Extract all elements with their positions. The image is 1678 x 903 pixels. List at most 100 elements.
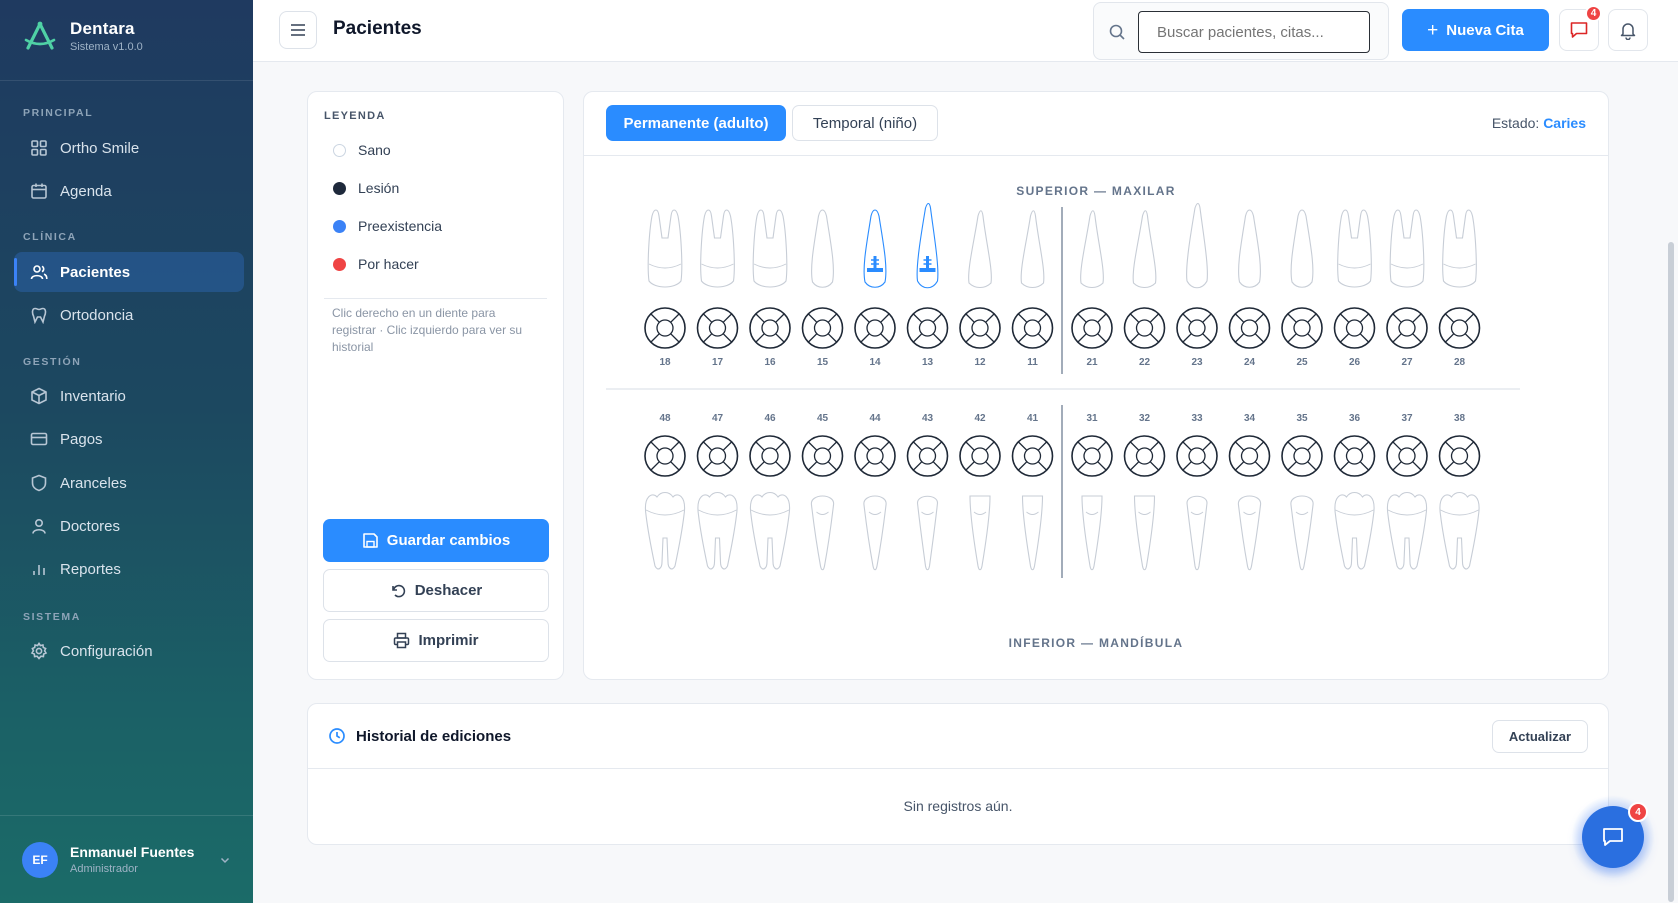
tooth-surface-center[interactable] [1188,447,1206,465]
tooth-21[interactable]: 21 [1071,210,1113,368]
save-button[interactable]: Guardar cambios [323,519,549,562]
tooth-14[interactable]: 14 [854,209,896,368]
tooth-surface-center[interactable] [1083,319,1101,337]
refresh-button[interactable]: Actualizar [1492,720,1588,753]
tooth-surface-center[interactable] [1293,447,1311,465]
new-appointment-button[interactable]: + Nueva Cita [1402,9,1549,51]
tooth-surface-center[interactable] [1240,447,1259,465]
tooth-23[interactable]: 23 [1176,202,1218,369]
tooth-45[interactable]: 45 [801,413,844,571]
tooth-22[interactable]: 22 [1123,210,1166,368]
tooth-33[interactable]: 33 [1176,413,1218,571]
tooth-surface-center[interactable] [866,319,884,337]
tooth-36[interactable]: 36 [1333,413,1376,570]
tooth-surface-center[interactable] [656,447,674,465]
sidebar-item-agenda[interactable]: Agenda [14,171,244,211]
tooth-surface-center[interactable] [708,447,727,465]
sidebar-item-ortodoncia[interactable]: Ortodoncia [14,295,244,335]
tooth-surface-center[interactable] [761,319,779,337]
tooth-43[interactable]: 43 [906,413,949,571]
tooth-surface-center[interactable] [866,447,884,465]
scrollbar-thumb[interactable] [1668,242,1674,902]
tooth-37[interactable]: 37 [1386,413,1428,570]
tooth-42[interactable]: 42 [959,413,1001,571]
tooth-surface-center[interactable] [1240,319,1259,337]
tooth-surface-center[interactable] [1345,319,1364,337]
tooth-46[interactable]: 46 [749,413,791,570]
tooth-48[interactable]: 48 [644,413,686,570]
page-title: Pacientes [333,18,422,39]
tooth-surface-center[interactable] [1023,319,1042,337]
messages-button[interactable]: 4 [1559,5,1602,51]
history-empty-state: Sin registros aún. [903,798,1013,814]
tooth-15[interactable]: 15 [801,209,844,368]
tooth-surface-center[interactable] [1450,319,1469,337]
tooth-surface-center[interactable] [1188,319,1206,337]
tooth-surface-center[interactable] [1398,319,1416,337]
tooth-38[interactable]: 38 [1438,413,1481,570]
tooth-47[interactable]: 47 [696,413,739,570]
tooth-surface-center[interactable] [971,319,989,337]
brand[interactable]: Dentara Sistema v1.0.0 [22,18,143,54]
sidebar-item-configuracion[interactable]: Configuración [14,631,244,671]
calendar-icon [31,183,47,199]
user-menu[interactable]: EF Enmanuel Fuentes Administrador [0,815,253,903]
tooth-surface-center[interactable] [918,447,937,465]
tooth-number: 11 [1027,357,1038,368]
tooth-44[interactable]: 44 [854,413,896,571]
tooth-31[interactable]: 31 [1071,413,1113,571]
tooth-24[interactable]: 24 [1228,209,1271,368]
sidebar-item-pagos[interactable]: Pagos [14,419,244,459]
scrollbar[interactable] [1668,62,1674,902]
chat-button[interactable]: 4 [1582,802,1648,868]
sidebar-item-aranceles[interactable]: Aranceles [14,463,244,503]
sidebar-item-ortho-smile[interactable]: Ortho Smile [14,128,244,168]
sidebar-item-pacientes[interactable]: Pacientes [14,252,244,292]
tooth-surface-center[interactable] [1135,447,1154,465]
tooth-surface-center[interactable] [971,447,989,465]
tooth-surface-center[interactable] [708,319,727,337]
legend-item-lesion: Lesión [333,180,399,196]
tooth-17[interactable]: 17 [696,209,739,368]
tooth-surface-center[interactable] [1450,447,1469,465]
tooth-27[interactable]: 27 [1386,209,1428,368]
tooth-surface-center[interactable] [813,319,832,337]
tooth-25[interactable]: 25 [1281,209,1323,368]
tooth-surface-center[interactable] [918,319,937,337]
menu-toggle-button[interactable] [279,11,317,49]
search-icon [1109,24,1125,40]
sidebar-item-inventario[interactable]: Inventario [14,376,244,416]
tooth-surface-center[interactable] [813,447,832,465]
tooth-surface-center[interactable] [1345,447,1364,465]
tooth-26[interactable]: 26 [1333,209,1376,368]
undo-button[interactable]: Deshacer [323,569,549,612]
tooth-28[interactable]: 28 [1438,209,1481,368]
tooth-41[interactable]: 41 [1011,413,1054,571]
tooth-11[interactable]: 11 [1011,210,1054,368]
tooth-surface-center[interactable] [761,447,779,465]
tooth-surface-center[interactable] [1398,447,1416,465]
tooth-crown [647,209,683,288]
tooth-surface-center[interactable] [1135,319,1154,337]
undo-icon [391,584,405,598]
tooth-surface-center[interactable] [1293,319,1311,337]
print-button[interactable]: Imprimir [323,619,549,662]
sidebar-item-doctores[interactable]: Doctores [14,506,244,546]
tooth-18[interactable]: 18 [644,209,686,368]
sidebar-item-reportes[interactable]: Reportes [14,549,244,589]
search-input[interactable] [1138,11,1370,53]
notifications-button[interactable] [1608,9,1648,51]
tooth-number: 32 [1139,413,1151,424]
tooth-35[interactable]: 35 [1281,413,1323,571]
tooth-icon [31,307,47,324]
tooth-34[interactable]: 34 [1228,413,1271,571]
tooth-surface-center[interactable] [656,319,674,337]
tooth-12[interactable]: 12 [959,210,1001,368]
tooth-32[interactable]: 32 [1123,413,1166,571]
tooth-16[interactable]: 16 [749,209,791,368]
tooth-surface-center[interactable] [1083,447,1101,465]
tooth-13[interactable]: 13 [906,202,949,369]
tooth-surface-center[interactable] [1023,447,1042,465]
chat-launcher[interactable]: 4 [1572,796,1654,878]
tooth-number: 25 [1296,357,1308,368]
